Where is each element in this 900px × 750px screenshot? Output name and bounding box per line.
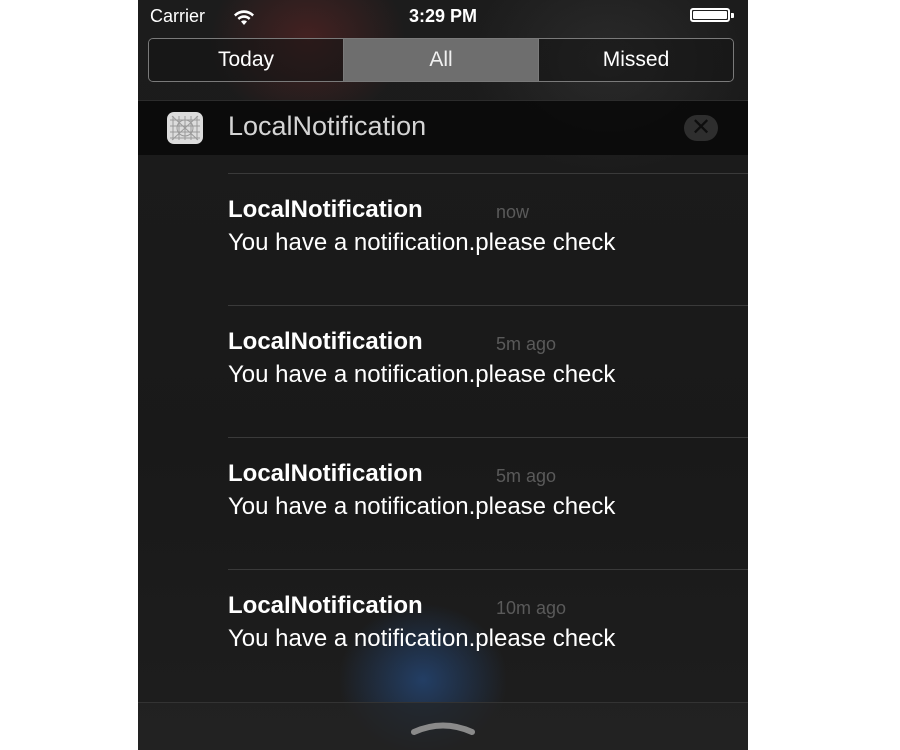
divider bbox=[228, 437, 748, 438]
notification-title: LocalNotification bbox=[228, 460, 423, 487]
bottom-bar bbox=[138, 702, 748, 750]
notification-body: You have a notification.please check bbox=[228, 229, 616, 256]
divider bbox=[228, 173, 748, 174]
notification-item[interactable]: LocalNotification 5m ago You have a noti… bbox=[228, 328, 728, 448]
notification-time: 5m ago bbox=[496, 466, 557, 486]
battery-icon bbox=[690, 8, 734, 22]
close-icon: ✕ bbox=[690, 114, 712, 141]
notification-title: LocalNotification bbox=[228, 328, 423, 355]
notification-time: 10m ago bbox=[496, 598, 567, 618]
app-grid-icon bbox=[167, 112, 203, 144]
notification-time: 5m ago bbox=[496, 334, 557, 354]
notification-title: LocalNotification bbox=[228, 196, 423, 223]
notification-body: You have a notification.please check bbox=[228, 361, 616, 388]
notification-item[interactable]: LocalNotification 10m ago You have a not… bbox=[228, 592, 728, 712]
tab-today[interactable]: Today bbox=[149, 39, 344, 81]
notification-item[interactable]: LocalNotification now You have a notific… bbox=[228, 196, 728, 316]
divider bbox=[228, 569, 748, 570]
notification-title: LocalNotification bbox=[228, 592, 423, 619]
notification-body: You have a notification.please check bbox=[228, 493, 616, 520]
divider bbox=[228, 305, 748, 306]
notification-item[interactable]: LocalNotification 5m ago You have a noti… bbox=[228, 460, 728, 580]
status-time: 3:29 PM bbox=[408, 6, 478, 26]
chevron-up-handle-icon[interactable] bbox=[408, 717, 478, 737]
notification-center: Carrier 3:29 PM Today All Missed LocalNo… bbox=[138, 0, 748, 750]
status-bar: Carrier 3:29 PM bbox=[138, 0, 748, 32]
clear-notifications-button[interactable]: ✕ bbox=[684, 115, 718, 141]
app-section-header: LocalNotification ✕ bbox=[138, 100, 748, 155]
tab-missed[interactable]: Missed bbox=[539, 39, 733, 81]
segmented-control: Today All Missed bbox=[148, 38, 734, 82]
notification-body: You have a notification.please check bbox=[228, 625, 616, 652]
app-section-title: LocalNotification bbox=[228, 111, 427, 141]
notification-time: now bbox=[496, 202, 530, 222]
tab-all[interactable]: All bbox=[344, 39, 539, 81]
